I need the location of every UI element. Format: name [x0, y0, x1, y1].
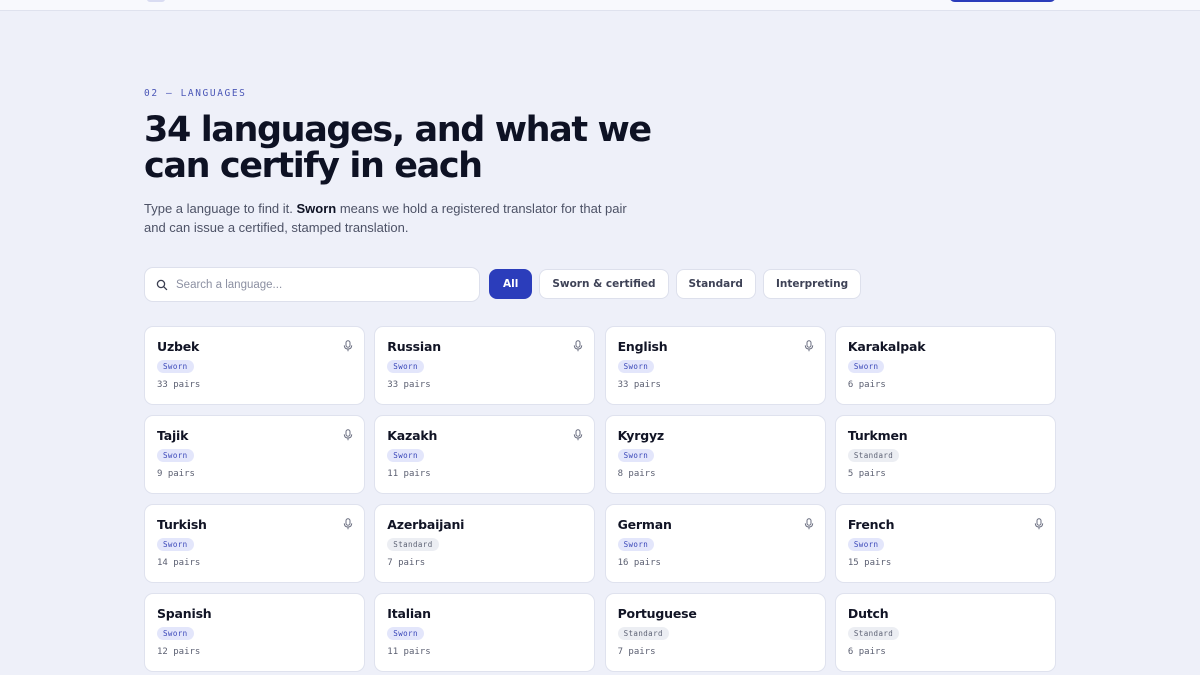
status-badge: Sworn: [617, 449, 655, 462]
language-name: Kyrgyz: [617, 428, 665, 443]
nav-cta-button[interactable]: [949, 0, 1056, 2]
filter-chips: All Sworn & certified Standard Interpreting: [489, 269, 862, 299]
language-card-french[interactable]: French Sworn 15 pairs: [834, 504, 1056, 583]
search-input[interactable]: [176, 278, 466, 291]
status-badge: Sworn: [157, 538, 194, 551]
status-badge: Sworn: [617, 538, 655, 551]
language-name: Spanish: [157, 606, 212, 621]
pairs-count: 15 pairs: [847, 558, 892, 568]
language-name: Italian: [387, 606, 431, 621]
status-badge: Sworn: [157, 360, 194, 373]
language-name: Dutch: [847, 606, 889, 621]
language-card-dutch[interactable]: Dutch Standard 6 pairs: [834, 593, 1056, 672]
status-badge: Standard: [387, 538, 439, 551]
language-card-azerbaijani[interactable]: Azerbaijani Standard 7 pairs: [374, 504, 596, 583]
pairs-count: 11 pairs: [387, 647, 431, 657]
language-name: French: [847, 517, 895, 532]
microphone-icon: [804, 518, 814, 530]
microphone-icon: [804, 340, 814, 352]
pairs-count: 7 pairs: [387, 558, 426, 568]
pairs-count: 33 pairs: [157, 380, 201, 390]
microphone-icon: [573, 340, 583, 352]
pairs-count: 9 pairs: [157, 469, 195, 479]
pairs-count: 16 pairs: [617, 558, 661, 568]
pairs-count: 11 pairs: [387, 469, 431, 479]
section-eyebrow: 02 — LANGUAGES: [144, 88, 247, 99]
filter-all-button[interactable]: All: [489, 269, 533, 299]
language-name: Turkish: [157, 517, 207, 532]
status-badge: Sworn: [387, 627, 424, 640]
search-icon: [156, 279, 168, 291]
language-name: Russian: [387, 339, 441, 354]
section-title: 34 languages, and what we can certify in…: [144, 110, 652, 186]
language-name: Uzbek: [157, 339, 200, 354]
language-card-spanish[interactable]: Spanish Sworn 12 pairs: [144, 593, 365, 672]
status-badge: Sworn: [847, 538, 885, 551]
pairs-count: 14 pairs: [157, 558, 201, 568]
pairs-count: 33 pairs: [617, 380, 661, 390]
pairs-count: 8 pairs: [617, 469, 656, 479]
pairs-count: 5 pairs: [847, 469, 886, 479]
microphone-icon: [343, 340, 353, 352]
language-name: Kazakh: [387, 428, 438, 443]
language-card-turkmen[interactable]: Turkmen Standard 5 pairs: [834, 415, 1056, 494]
language-search-box[interactable]: [144, 267, 480, 302]
status-badge: Sworn: [617, 360, 655, 373]
subtitle-text: Type a language to find it.: [144, 201, 297, 216]
language-name: Karakalpak: [847, 339, 926, 354]
language-card-portuguese[interactable]: Portuguese Standard 7 pairs: [604, 593, 826, 672]
language-card-english[interactable]: English Sworn 33 pairs: [604, 326, 826, 405]
pairs-count: 12 pairs: [157, 647, 201, 657]
pairs-count: 7 pairs: [617, 647, 656, 657]
status-badge: Sworn: [157, 449, 194, 462]
subtitle-sworn-term: Sworn: [296, 201, 337, 216]
pairs-count: 6 pairs: [847, 380, 886, 390]
language-card-italian[interactable]: Italian Sworn 11 pairs: [374, 593, 596, 672]
language-card-german[interactable]: German Sworn 16 pairs: [604, 504, 826, 583]
language-card-russian[interactable]: Russian Sworn 33 pairs: [374, 326, 596, 405]
top-nav-bar: [0, 0, 1200, 11]
language-name: Portuguese: [617, 606, 697, 621]
microphone-icon: [573, 429, 583, 441]
status-badge: Sworn: [387, 360, 424, 373]
section-subtitle: Type a language to find it. Sworn means …: [144, 199, 644, 237]
language-name: German: [617, 517, 672, 532]
microphone-icon: [1034, 518, 1044, 530]
status-badge: Standard: [847, 449, 900, 462]
status-badge: Sworn: [847, 360, 885, 373]
status-badge: Standard: [617, 627, 669, 640]
language-card-uzbek[interactable]: Uzbek Sworn 33 pairs: [144, 326, 365, 405]
language-name: English: [617, 339, 668, 354]
language-name: Tajik: [157, 428, 189, 443]
language-card-kyrgyz[interactable]: Kyrgyz Sworn 8 pairs: [604, 415, 826, 494]
pairs-count: 6 pairs: [847, 647, 886, 657]
language-card-turkish[interactable]: Turkish Sworn 14 pairs: [144, 504, 365, 583]
filter-standard-button[interactable]: Standard: [675, 269, 756, 299]
filter-interpreting-button[interactable]: Interpreting: [762, 269, 862, 299]
language-card-karakalpak[interactable]: Karakalpak Sworn 6 pairs: [834, 326, 1056, 405]
logo[interactable]: [147, 0, 165, 2]
pairs-count: 33 pairs: [387, 380, 431, 390]
microphone-icon: [343, 518, 353, 530]
language-name: Azerbaijani: [387, 517, 465, 532]
status-badge: Standard: [847, 627, 900, 640]
status-badge: Sworn: [157, 627, 194, 640]
language-grid: Uzbek Sworn 33 pairs Russian Sworn 33 pairs En…: [144, 326, 1056, 672]
status-badge: Sworn: [387, 449, 424, 462]
language-card-tajik[interactable]: Tajik Sworn 9 pairs: [144, 415, 365, 494]
language-card-kazakh[interactable]: Kazakh Sworn 11 pairs: [374, 415, 596, 494]
language-name: Turkmen: [847, 428, 908, 443]
filter-sworn-certified-button[interactable]: Sworn & certified: [539, 269, 669, 299]
microphone-icon: [343, 429, 353, 441]
